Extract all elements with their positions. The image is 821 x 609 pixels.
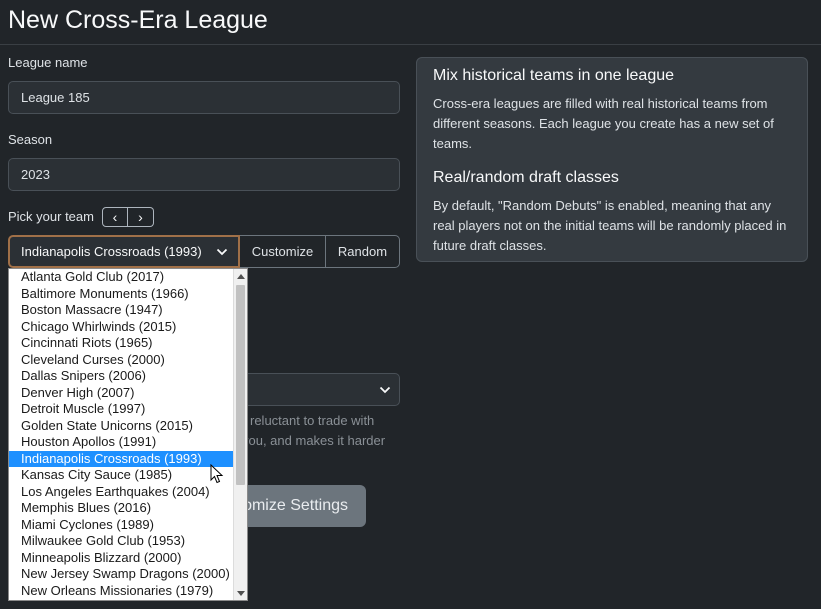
dropdown-option[interactable]: New Jersey Swamp Dragons (2000): [9, 566, 234, 583]
team-picker-row: Indianapolis Crossroads (1993) Customize…: [8, 235, 400, 268]
next-team-button[interactable]: ›: [128, 207, 154, 227]
dropdown-option[interactable]: Miami Cyclones (1989): [9, 517, 234, 534]
dropdown-options: Atlanta Gold Club (2017) Baltimore Monume…: [9, 269, 234, 599]
season-input[interactable]: 2023: [8, 158, 400, 191]
mouse-pointer-icon: [210, 464, 224, 484]
previous-team-button[interactable]: ‹: [102, 207, 128, 227]
info-heading-historical: Mix historical teams in one league: [433, 67, 675, 84]
scroll-down-arrow-icon[interactable]: [234, 586, 247, 600]
dropdown-option[interactable]: Chicago Whirlwinds (2015): [9, 319, 234, 336]
chevron-down-icon: [379, 386, 391, 394]
info-heading-draft: Real/random draft classes: [433, 169, 619, 186]
dropdown-option[interactable]: Denver High (2007): [9, 385, 234, 402]
dropdown-option[interactable]: Memphis Blues (2016): [9, 500, 234, 517]
chevron-right-icon: ›: [138, 209, 143, 225]
dropdown-option[interactable]: Houston Apollos (1991): [9, 434, 234, 451]
random-button[interactable]: Random: [326, 235, 400, 268]
dropdown-option[interactable]: Dallas Snipers (2006): [9, 368, 234, 385]
scrollbar-thumb[interactable]: [236, 285, 245, 485]
team-nav-group: ‹ ›: [102, 207, 154, 227]
season-label: Season: [8, 132, 53, 147]
dropdown-option[interactable]: Cincinnati Riots (1965): [9, 335, 234, 352]
dropdown-option[interactable]: Kansas City Sauce (1985): [9, 467, 234, 484]
header-divider: [0, 44, 821, 45]
league-name-input[interactable]: League 185: [8, 81, 400, 114]
pick-team-label: Pick your team: [8, 209, 94, 224]
dropdown-option[interactable]: Milwaukee Gold Club (1953): [9, 533, 234, 550]
league-name-label: League name: [8, 55, 88, 70]
dropdown-option[interactable]: Atlanta Gold Club (2017): [9, 269, 234, 286]
dropdown-option[interactable]: Indianapolis Crossroads (1993): [9, 450, 234, 467]
customize-button[interactable]: Customize: [240, 235, 326, 268]
dropdown-option[interactable]: Minneapolis Blizzard (2000): [9, 550, 234, 567]
team-select[interactable]: Indianapolis Crossroads (1993): [8, 235, 240, 268]
team-dropdown-list[interactable]: Atlanta Gold Club (2017) Baltimore Monume…: [8, 268, 248, 601]
info-text-historical: Cross-era leagues are filled with real h…: [433, 96, 774, 151]
dropdown-option[interactable]: Boston Massacre (1947): [9, 302, 234, 319]
team-select-value: Indianapolis Crossroads (1993): [21, 244, 202, 259]
dropdown-option[interactable]: Detroit Muscle (1997): [9, 401, 234, 418]
scroll-up-arrow-icon[interactable]: [234, 269, 247, 283]
dropdown-option[interactable]: Golden State Unicorns (2015): [9, 418, 234, 435]
chevron-down-icon: [216, 248, 228, 255]
chevron-left-icon: ‹: [112, 209, 118, 225]
info-panel: Mix historical teams in one league Cross…: [416, 57, 808, 262]
dropdown-option[interactable]: New Orleans Missionaries (1979): [9, 583, 234, 600]
dropdown-option[interactable]: Cleveland Curses (2000): [9, 352, 234, 369]
info-text-draft: By default, "Random Debuts" is enabled, …: [433, 198, 787, 253]
dropdown-option[interactable]: Baltimore Monuments (1966): [9, 286, 234, 303]
dropdown-scrollbar[interactable]: [233, 269, 247, 600]
dropdown-option[interactable]: Los Angeles Earthquakes (2004): [9, 484, 234, 501]
page-title: New Cross-Era League: [8, 6, 268, 34]
